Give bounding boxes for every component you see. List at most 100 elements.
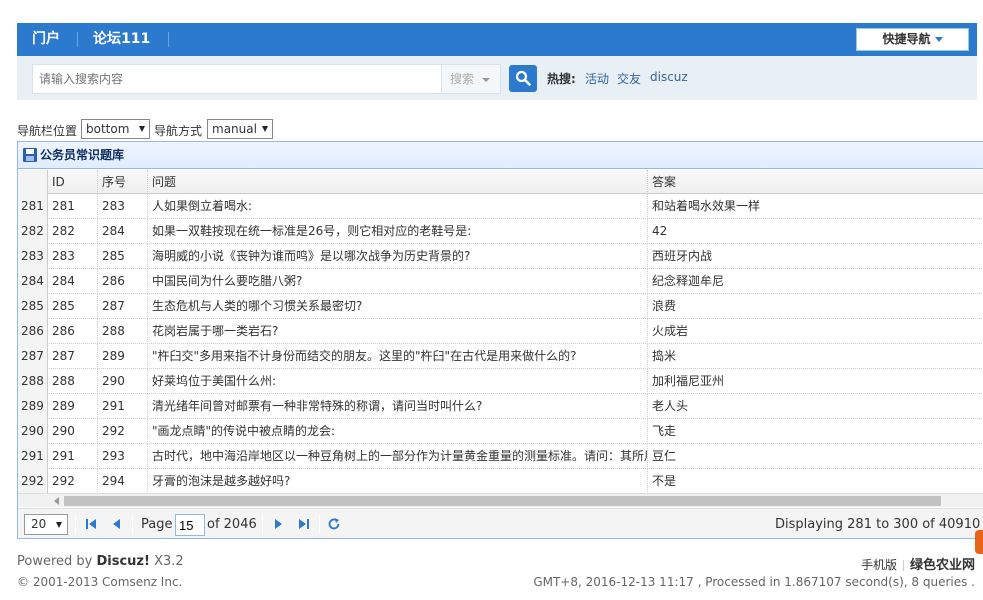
header-answer[interactable]: 答案 — [648, 170, 983, 194]
next-page-icon[interactable] — [271, 517, 285, 531]
cell-id: 284 — [48, 269, 98, 294]
scrollbar-thumb[interactable] — [64, 496, 941, 506]
cell-rownum: 282 — [18, 219, 48, 244]
cell-answer: 纪念释迦牟尼 — [652, 274, 725, 288]
cell-answer: 西班牙内战 — [652, 249, 713, 263]
cell-rownum: 284 — [18, 269, 48, 294]
cell-id: 285 — [48, 294, 98, 319]
nav-position-label: 导航栏位置 — [17, 124, 78, 138]
pager-separator — [319, 515, 320, 534]
footer-stats: GMT+8, 2016-12-13 11:17 , Processed in 1… — [533, 575, 975, 589]
cell-rownum: 289 — [18, 394, 48, 419]
cell-question: 生态危机与人类的哪个习惯关系最密切? — [148, 294, 648, 319]
footer-links: 手机版 绿色农业网 — [861, 554, 975, 573]
table-row[interactable]: 288 288 290 好莱坞位于美国什么州: 加利福尼亚州 — [18, 369, 983, 394]
cell-answer: 火成岩 — [652, 324, 689, 338]
table-row[interactable]: 289 289 291 清光绪年间曾对邮票有一种非常特殊的称谓，请问当时叫什么? 老人头 — [18, 394, 983, 419]
cell-id: 281 — [48, 194, 98, 219]
search-input[interactable] — [32, 64, 442, 94]
hot-link-friends[interactable]: 交友 — [617, 70, 641, 87]
cell-seq: 288 — [98, 319, 148, 344]
table-row[interactable]: 284 284 286 中国民间为什么要吃腊八粥? 纪念释迦牟尼 — [18, 269, 983, 294]
cell-rownum: 288 — [18, 369, 48, 394]
nav-item-forum[interactable]: 论坛111 — [93, 23, 150, 56]
cell-seq: 290 — [98, 369, 148, 394]
pager-separator — [132, 515, 133, 534]
pagination-bar: 20 Page of 2046 Displaying 281 to 300 of… — [18, 508, 983, 538]
search-button[interactable] — [509, 65, 537, 92]
cell-seq: 291 — [98, 394, 148, 419]
table-row[interactable]: 290 290 292 "画龙点睛"的传说中被点睛的龙会: 飞走 — [18, 419, 983, 444]
header-question[interactable]: 问题 — [148, 170, 648, 194]
cell-id: 286 — [48, 319, 98, 344]
cell-answer: 浪费 — [652, 299, 677, 313]
powered-brand-link[interactable]: Discuz! — [96, 554, 149, 569]
cell-question: 中国民间为什么要吃腊八粥? — [148, 269, 648, 294]
quick-nav-button[interactable]: 快捷导航 — [856, 28, 969, 51]
pagination-info: Displaying 281 to 300 of 40910 it — [775, 517, 983, 532]
page-count-label: of 2046 — [207, 517, 257, 532]
quick-nav-label: 快捷导航 — [882, 32, 931, 46]
refresh-icon[interactable] — [327, 517, 341, 531]
table-row[interactable]: 283 283 285 海明威的小说《丧钟为谁而鸣》是以哪次战争为历史背景的? 西班牙内… — [18, 244, 983, 269]
first-page-icon[interactable] — [84, 517, 98, 531]
table-row[interactable]: 285 285 287 生态危机与人类的哪个习惯关系最密切? 浪费 — [18, 294, 983, 319]
side-feedback-tab[interactable] — [975, 530, 983, 554]
nav-position-select[interactable]: bottom — [81, 119, 150, 139]
cell-seq: 286 — [98, 269, 148, 294]
grid-title: 公务员常识题库 — [40, 148, 125, 162]
search-type-label: 搜索 — [450, 72, 475, 86]
cell-answer: 42 — [652, 224, 668, 238]
site-name-link[interactable]: 绿色农业网 — [910, 558, 975, 573]
data-grid: 公务员常识题库 ID 序号 问题 答案 281 281 283 人如果倒立着喝水: 和站… — [17, 141, 983, 539]
prev-page-icon[interactable] — [110, 517, 124, 531]
table-row[interactable]: 291 291 293 古时代，地中海沿岸地区以一种豆角树上的一部分作为计量黄金重量的… — [18, 444, 983, 469]
horizontal-scrollbar[interactable] — [18, 493, 983, 507]
cell-answer: 飞走 — [652, 424, 677, 438]
cell-answer: 加利福尼亚州 — [652, 374, 725, 388]
table-row[interactable]: 282 282 284 如果一双鞋按现在统一标准是26号，则它相对应的老鞋号是: 42 — [18, 219, 983, 244]
nav-position-value: bottom — [86, 122, 130, 136]
cell-seq: 289 — [98, 344, 148, 369]
powered-by: Powered by Discuz! X3.2 — [17, 554, 184, 569]
page-size-value: 20 — [31, 517, 47, 531]
cell-answer: 捣米 — [652, 349, 677, 363]
cell-question: 好莱坞位于美国什么州: — [148, 369, 648, 394]
table-row[interactable]: 281 281 283 人如果倒立着喝水: 和站着喝水效果一样 — [18, 194, 983, 219]
page-number-input[interactable] — [175, 514, 205, 536]
cell-rownum: 287 — [18, 344, 48, 369]
search-type-select[interactable]: 搜索 — [441, 64, 501, 94]
caret-down-icon — [262, 126, 268, 132]
nav-separator — [168, 32, 169, 47]
cell-question: 清光绪年间曾对邮票有一种非常特殊的称谓，请问当时叫什么? — [148, 394, 648, 419]
cell-seq: 283 — [98, 194, 148, 219]
cell-id: 283 — [48, 244, 98, 269]
header-seq[interactable]: 序号 — [98, 170, 148, 194]
search-bar: 搜索 热搜: 活动 交友 discuz — [17, 56, 977, 100]
grid-title-bar: 公务员常识题库 — [18, 142, 983, 169]
nav-item-portal[interactable]: 门户 — [32, 23, 60, 56]
table-row[interactable]: 287 287 289 "杵臼交"多用来指不计身份而结交的朋友。这里的"杵臼"在古代是… — [18, 344, 983, 369]
footer-separator — [902, 560, 904, 571]
cell-seq: 284 — [98, 219, 148, 244]
scroll-left-icon[interactable] — [54, 497, 59, 505]
hot-link-discuz[interactable]: discuz — [650, 70, 688, 84]
table-row[interactable]: 286 286 288 花岗岩属于哪一类岩石? 火成岩 — [18, 319, 983, 344]
mobile-link[interactable]: 手机版 — [861, 558, 897, 572]
nav-mode-select[interactable]: manual — [207, 119, 273, 139]
cell-answer: 和站着喝水效果一样 — [652, 199, 761, 213]
last-page-icon[interactable] — [297, 517, 311, 531]
grid-header: ID 序号 问题 答案 — [18, 170, 983, 194]
cell-id: 287 — [48, 344, 98, 369]
caret-down-icon — [482, 78, 490, 82]
header-id[interactable]: ID — [48, 170, 98, 194]
cell-id: 282 — [48, 219, 98, 244]
hot-link-activity[interactable]: 活动 — [585, 70, 609, 87]
cell-rownum: 281 — [18, 194, 48, 219]
table-row[interactable]: 292 292 294 牙膏的泡沫是越多越好吗? 不是 — [18, 469, 983, 494]
cell-rownum: 291 — [18, 444, 48, 469]
nav-mode-label: 导航方式 — [154, 124, 203, 138]
page-size-select[interactable]: 20 — [24, 514, 68, 535]
cell-rownum: 290 — [18, 419, 48, 444]
cell-rownum: 286 — [18, 319, 48, 344]
